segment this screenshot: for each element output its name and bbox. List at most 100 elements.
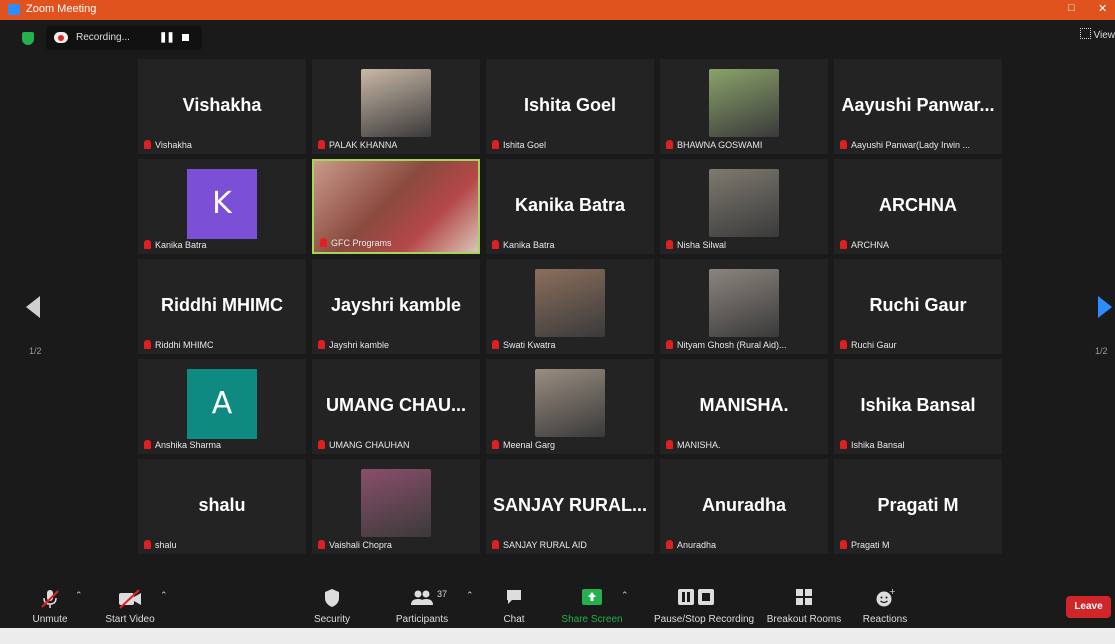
participant-tile[interactable]: A Anshika Sharma bbox=[138, 359, 306, 454]
participant-photo bbox=[709, 269, 779, 337]
participant-name-label: Pragati M bbox=[840, 540, 890, 550]
participant-name-text: Ishita Goel bbox=[503, 140, 547, 150]
participant-photo bbox=[709, 169, 779, 237]
participant-tile[interactable]: PALAK KHANNA bbox=[312, 59, 480, 154]
participant-display-name: Jayshri kamble bbox=[330, 295, 462, 315]
participant-display-name: Kanika Batra bbox=[514, 195, 626, 215]
participant-name-text: Kanika Batra bbox=[503, 240, 555, 250]
participant-tile[interactable]: Ishika Bansal Ishika Bansal bbox=[834, 359, 1002, 454]
participant-name-text: Nisha Silwal bbox=[677, 240, 727, 250]
participant-tile[interactable]: Ruchi Gaur Ruchi Gaur bbox=[834, 259, 1002, 354]
participant-display-name: Ruchi Gaur bbox=[869, 295, 967, 315]
participant-display-name: ARCHNA bbox=[879, 195, 957, 215]
muted-mic-icon bbox=[492, 240, 499, 249]
pause-recording-icon[interactable]: ❚❚ bbox=[159, 32, 175, 43]
participant-tile[interactable]: BHAWNA GOSWAMI bbox=[660, 59, 828, 154]
participant-photo bbox=[361, 469, 431, 537]
participant-name-label: Ishika Bansal bbox=[840, 440, 905, 450]
page-indicator-right: 1/2 bbox=[1095, 346, 1108, 356]
participant-tile[interactable]: Nisha Silwal bbox=[660, 159, 828, 254]
participant-tile[interactable]: ARCHNA ARCHNA bbox=[834, 159, 1002, 254]
muted-mic-icon bbox=[666, 340, 673, 349]
cloud-record-icon bbox=[54, 32, 68, 43]
participant-name-text: ARCHNA bbox=[851, 240, 890, 250]
participant-name-label: PALAK KHANNA bbox=[318, 140, 397, 150]
participant-tile[interactable]: Vaishali Chopra bbox=[312, 459, 480, 554]
muted-mic-icon bbox=[144, 240, 151, 249]
chat-bubble-icon bbox=[507, 590, 521, 604]
recording-indicator: Recording... ❚❚ bbox=[46, 26, 202, 50]
participant-name-label: Vaishali Chopra bbox=[318, 540, 392, 550]
close-button[interactable]: ✕ bbox=[1098, 2, 1107, 15]
participant-display-name: Vishakha bbox=[182, 95, 262, 115]
muted-mic-icon bbox=[666, 540, 673, 549]
participant-name-text: shalu bbox=[155, 540, 177, 550]
participant-count: 37 bbox=[437, 589, 448, 599]
svg-text:+: + bbox=[889, 588, 895, 596]
next-page-arrow-icon[interactable] bbox=[1098, 296, 1112, 318]
participant-tile[interactable]: Jayshri kamble Jayshri kamble bbox=[312, 259, 480, 354]
participant-tile[interactable]: Swati Kwatra bbox=[486, 259, 654, 354]
previous-page-arrow-icon[interactable] bbox=[26, 296, 40, 318]
muted-mic-icon bbox=[840, 540, 847, 549]
participant-tile[interactable]: UMANG CHAU... UMANG CHAUHAN bbox=[312, 359, 480, 454]
view-button[interactable]: View bbox=[1079, 28, 1115, 41]
participant-name-text: MANISHA. bbox=[677, 440, 721, 450]
participant-tile[interactable]: GFC Programs bbox=[312, 159, 480, 254]
participant-tile[interactable]: Anuradha Anuradha bbox=[660, 459, 828, 554]
stop-recording-icon[interactable] bbox=[182, 34, 189, 41]
audio-options-chevron-icon[interactable]: ⌃ bbox=[75, 590, 83, 601]
participant-photo bbox=[361, 69, 431, 137]
participant-name-label: Kanika Batra bbox=[492, 240, 555, 250]
start-video-button[interactable]: Start Video bbox=[105, 576, 155, 628]
participant-display-name: Riddhi MHIMC bbox=[161, 295, 283, 315]
participant-tile[interactable]: SANJAY RURAL... SANJAY RURAL AID bbox=[486, 459, 654, 554]
participant-tile[interactable]: Aayushi Panwar... Aayushi Panwar(Lady Irw… bbox=[834, 59, 1002, 154]
recording-label: Recording... bbox=[76, 32, 130, 43]
participant-name-text: GFC Programs bbox=[331, 238, 392, 248]
participant-name-text: SANJAY RURAL AID bbox=[503, 540, 587, 550]
video-options-chevron-icon[interactable]: ⌃ bbox=[160, 590, 168, 601]
participant-tile[interactable]: Riddhi MHIMC Riddhi MHIMC bbox=[138, 259, 306, 354]
participant-display-name: shalu bbox=[198, 495, 246, 515]
participant-tile[interactable]: Kanika Batra Kanika Batra bbox=[486, 159, 654, 254]
muted-mic-icon bbox=[318, 440, 325, 449]
muted-mic-icon bbox=[318, 540, 325, 549]
participant-display-name: Aayushi Panwar... bbox=[841, 95, 995, 115]
meeting-toolbar: Unmute ⌃ Start Video ⌃ Security Particip… bbox=[0, 576, 1115, 628]
reactions-button[interactable]: + Reactions bbox=[863, 576, 907, 628]
muted-mic-icon bbox=[840, 140, 847, 149]
participant-name-label: MANISHA. bbox=[666, 440, 721, 450]
participant-name-text: PALAK KHANNA bbox=[329, 140, 398, 150]
breakout-rooms-button[interactable]: Breakout Rooms bbox=[767, 576, 841, 628]
participant-tile[interactable]: MANISHA. MANISHA. bbox=[660, 359, 828, 454]
pause-stop-recording-button[interactable]: Pause/Stop Recording bbox=[654, 576, 754, 628]
title-bar: Zoom Meeting □ ✕ bbox=[0, 0, 1115, 20]
participant-tile[interactable]: Ishita Goel Ishita Goel bbox=[486, 59, 654, 154]
unmute-label: Unmute bbox=[32, 614, 68, 625]
participant-tile[interactable]: Pragati M Pragati M bbox=[834, 459, 1002, 554]
muted-mic-icon bbox=[318, 140, 325, 149]
participant-tile[interactable]: shalu shalu bbox=[138, 459, 306, 554]
security-button[interactable]: Security bbox=[310, 576, 354, 628]
participant-tile[interactable]: Vishakha Vishakha bbox=[138, 59, 306, 154]
participant-display-name: Ishika Bansal bbox=[860, 395, 976, 415]
participant-tile[interactable]: Nityam Ghosh (Rural Aid)... bbox=[660, 259, 828, 354]
unmute-button[interactable]: Unmute bbox=[28, 576, 72, 628]
leave-button[interactable]: Leave bbox=[1066, 596, 1111, 618]
participants-button[interactable]: Participants bbox=[396, 576, 448, 628]
share-screen-button[interactable]: Share Screen bbox=[561, 576, 623, 628]
participant-tile[interactable]: Meenal Garg bbox=[486, 359, 654, 454]
participants-label: Participants bbox=[395, 614, 449, 625]
participants-chevron-icon[interactable]: ⌃ bbox=[466, 590, 474, 601]
minimize-button[interactable]: □ bbox=[1068, 2, 1075, 14]
chat-button[interactable]: Chat bbox=[492, 576, 536, 628]
muted-mic-icon bbox=[492, 540, 499, 549]
muted-mic-icon bbox=[840, 340, 847, 349]
participant-tile[interactable]: K Kanika Batra bbox=[138, 159, 306, 254]
participant-name-label: Ruchi Gaur bbox=[840, 340, 897, 350]
share-options-chevron-icon[interactable]: ⌃ bbox=[621, 590, 629, 601]
muted-mic-icon bbox=[840, 440, 847, 449]
participant-name-label: Kanika Batra bbox=[144, 240, 207, 250]
participant-name-text: BHAWNA GOSWAMI bbox=[677, 140, 763, 150]
